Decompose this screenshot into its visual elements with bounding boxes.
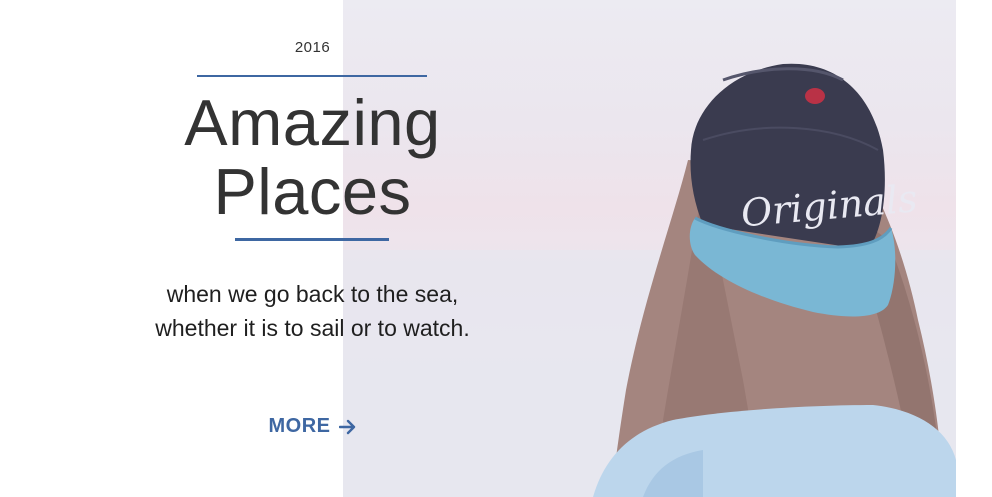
more-link[interactable]: MORE xyxy=(150,415,475,438)
year-label: 2016 xyxy=(294,39,331,56)
hero-text-block: 2016 Amazing Places when we go back to t… xyxy=(150,0,475,497)
arrow-right-icon xyxy=(338,419,355,434)
title-line-1: Amazing xyxy=(184,86,441,159)
more-link-label: MORE xyxy=(268,415,331,437)
hero-subtitle: when we go back to the sea, whether it i… xyxy=(155,281,470,341)
divider-bottom xyxy=(235,238,389,241)
divider-top xyxy=(197,75,427,77)
title-line-2: Places xyxy=(213,155,412,228)
page-title: Amazing Places xyxy=(150,88,475,226)
